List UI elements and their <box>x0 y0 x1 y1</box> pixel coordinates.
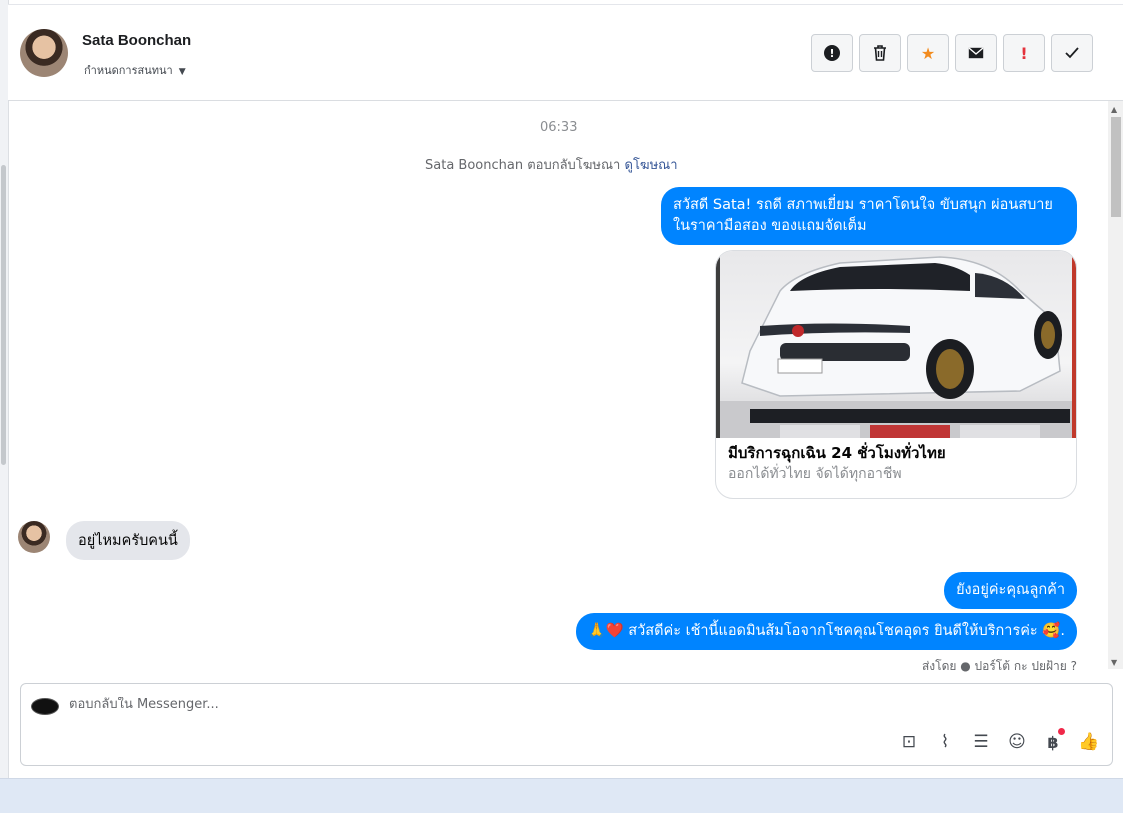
exclamation-icon: ! <box>1020 43 1028 63</box>
mark-done-button[interactable] <box>1051 34 1093 72</box>
view-ad-link[interactable]: ดูโฆษณา <box>625 158 678 173</box>
assign-label: กำหนดการสนทนา <box>84 64 173 77</box>
ad-preview-card[interactable]: มีบริการฉุกเฉิน 24 ชั่วโมงทั่วไทย ออกได้… <box>715 250 1077 499</box>
contact-name[interactable]: Sata Boonchan <box>82 32 191 49</box>
baht-payment-icon[interactable]: ฿ <box>1042 727 1065 752</box>
notification-dot <box>1058 727 1065 735</box>
left-scroll-thumb[interactable] <box>1 165 6 465</box>
sent-by-info: ส่งโดย ● ปอร์โต้ กะ ปยฝ้าย ? <box>922 657 1077 676</box>
page-logo <box>31 698 59 715</box>
outgoing-message-greeting[interactable]: สวัสดี Sata! รถดี สภาพเยี่ยม ราคาโดนใจ ข… <box>661 187 1077 245</box>
outgoing-message-welcome[interactable]: 🙏❤️ สวัสดีค่ะ เช้านี้แอดมินส้มโอจากโชคคุ… <box>575 613 1077 650</box>
chat-bubbles-icon[interactable]: ☰ <box>970 732 992 752</box>
exclamation-circle-icon: ! <box>824 45 840 61</box>
thread-scrollbar[interactable]: ▲ ▼ <box>1108 101 1123 669</box>
saved-reply-icon[interactable]: ⊡ <box>898 732 920 752</box>
header-actions: ! ★ ! <box>811 34 1093 72</box>
scroll-down-arrow-icon[interactable]: ▼ <box>1111 658 1117 667</box>
star-icon: ★ <box>920 43 936 63</box>
taskbar <box>0 778 1123 813</box>
thread-scroll-thumb[interactable] <box>1111 117 1121 217</box>
emoji-icon[interactable]: ☺ <box>1006 732 1028 752</box>
car-illustration <box>720 256 1072 438</box>
reply-input[interactable] <box>69 697 769 712</box>
help-icon[interactable]: ? <box>1071 659 1077 673</box>
mark-spam-button[interactable]: ! <box>811 34 853 72</box>
follow-up-button[interactable]: ! <box>1003 34 1045 72</box>
composer-tools: ⊡ ⌇ ☰ ☺ ฿ 👍 <box>898 727 1100 752</box>
ad-card-subtitle: ออกได้ทั่วไทย จัดได้ทุกอาชีพ <box>728 466 902 482</box>
ad-car-image[interactable] <box>716 251 1076 438</box>
star-button[interactable]: ★ <box>907 34 949 72</box>
reply-composer: ⊡ ⌇ ☰ ☺ ฿ 👍 <box>20 683 1113 766</box>
scroll-up-arrow-icon[interactable]: ▲ <box>1111 105 1117 114</box>
ad-card-title: มีบริการฉุกเฉิน 24 ชั่วโมงทั่วไทย <box>728 444 946 462</box>
sent-by-text: ส่งโดย ● ปอร์โต้ กะ ปยฝ้าย <box>921 659 1067 673</box>
mark-unread-button[interactable] <box>955 34 997 72</box>
trash-icon <box>874 45 886 61</box>
sender-avatar[interactable] <box>18 521 50 553</box>
caret-down-icon: ▼ <box>178 67 186 77</box>
ad-reply-note: Sata Boonchan ตอบกลับโฆษณา ดูโฆษณา <box>425 154 678 175</box>
incoming-message[interactable]: อยู่ไหมครับคนนี้ <box>66 521 190 560</box>
delete-button[interactable] <box>859 34 901 72</box>
contact-avatar[interactable] <box>20 29 68 77</box>
envelope-icon <box>968 47 984 59</box>
conversation-header: Sata Boonchan กำหนดการสนทนา ▼ ! ★ ! <box>8 5 1123 101</box>
attachment-icon[interactable]: ⌇ <box>934 732 956 752</box>
ad-reply-text: Sata Boonchan ตอบกลับโฆษณา <box>425 158 621 173</box>
checkmark-icon <box>1065 47 1079 59</box>
like-icon[interactable]: 👍 <box>1078 732 1100 752</box>
left-panel-scrollbar[interactable] <box>0 0 9 778</box>
message-timestamp: 06:33 <box>540 120 578 135</box>
assign-conversation-dropdown[interactable]: กำหนดการสนทนา ▼ <box>84 61 186 79</box>
outgoing-message-reply[interactable]: ยังอยู่ค่ะคุณลูกค้า <box>944 572 1077 609</box>
